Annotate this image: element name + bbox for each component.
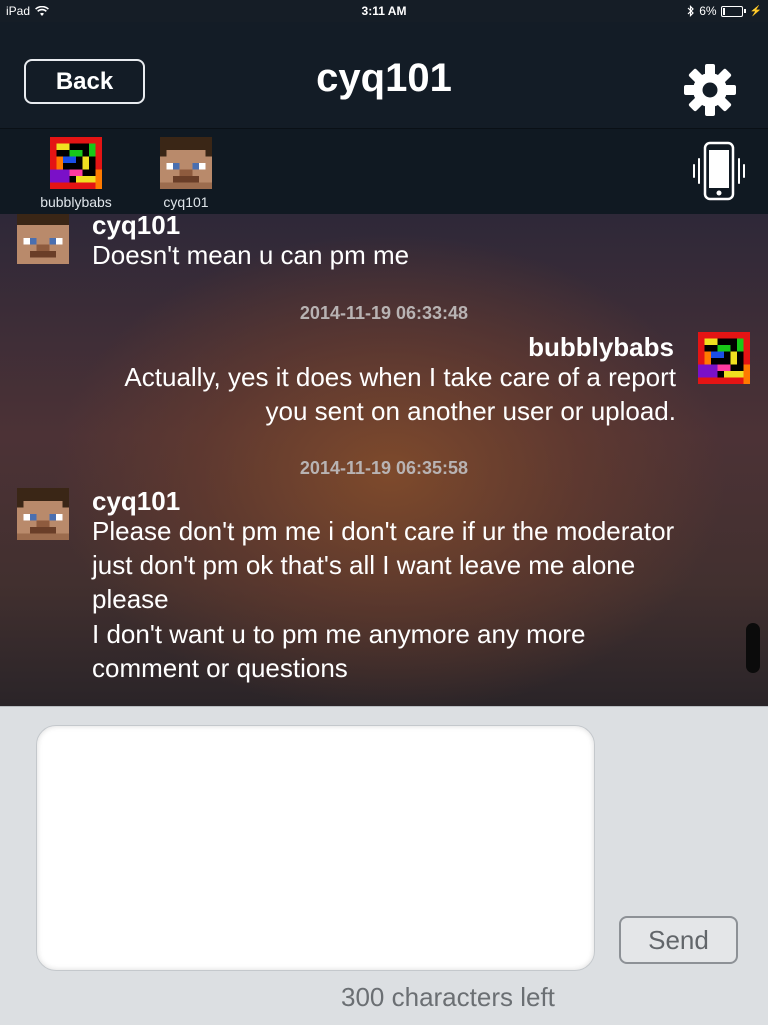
nav-bar: Back cyq101	[0, 22, 768, 129]
battery-percent: 6%	[699, 4, 717, 18]
participant-name: cyq101	[163, 194, 209, 210]
message-text: Doesn't mean u can pm me	[92, 240, 410, 270]
compose-area: Send 300 characters left	[0, 706, 768, 1025]
rainbow-avatar	[698, 332, 750, 384]
page-title: cyq101	[316, 56, 452, 100]
message-text: just don't pm ok that's all I want leave…	[92, 550, 636, 580]
steve-avatar	[17, 214, 69, 264]
clock: 3:11 AM	[361, 4, 407, 18]
chat-area[interactable]: cyq101 Doesn't mean u can pm me 2014-11-…	[0, 214, 768, 706]
message-input[interactable]	[36, 725, 595, 971]
send-button[interactable]: Send	[619, 916, 738, 964]
message-timestamp: 2014-11-19 06:35:58	[299, 458, 469, 478]
participants-bar: bubblybabs cyq101	[0, 129, 768, 214]
character-counter: 300 characters left	[341, 982, 555, 1012]
battery-icon	[720, 5, 743, 17]
scrollbar-thumb[interactable]	[746, 623, 760, 673]
status-bar: iPad 3:11 AM 6% ⚡	[0, 0, 768, 22]
participant-name: bubblybabs	[40, 194, 112, 210]
message-text: Actually, yes it does when I take care o…	[124, 362, 676, 392]
message-text: comment or questions	[92, 653, 348, 683]
gear-icon[interactable]	[682, 62, 738, 118]
battery-tip	[743, 9, 746, 13]
bluetooth-icon	[687, 5, 695, 17]
message-sender: cyq101	[92, 486, 181, 516]
message-text: please	[92, 584, 169, 614]
message-sender: cyq101	[92, 214, 181, 240]
participant-bubblybabs[interactable]: bubblybabs	[26, 137, 126, 210]
message-text: Please don't pm me i don't care if ur th…	[92, 516, 675, 546]
rainbow-avatar	[50, 137, 102, 189]
participant-cyq101[interactable]: cyq101	[136, 137, 236, 210]
charging-icon: ⚡	[749, 5, 762, 17]
message-text: you sent on another user or upload.	[265, 396, 676, 426]
message-text: I don't want u to pm me anymore any more	[92, 619, 586, 649]
message-sender: bubblybabs	[528, 332, 674, 362]
vibrate-icon[interactable]	[690, 141, 748, 203]
steve-avatar	[17, 488, 69, 540]
message-timestamp: 2014-11-19 06:33:48	[299, 303, 469, 323]
steve-avatar	[160, 137, 212, 189]
